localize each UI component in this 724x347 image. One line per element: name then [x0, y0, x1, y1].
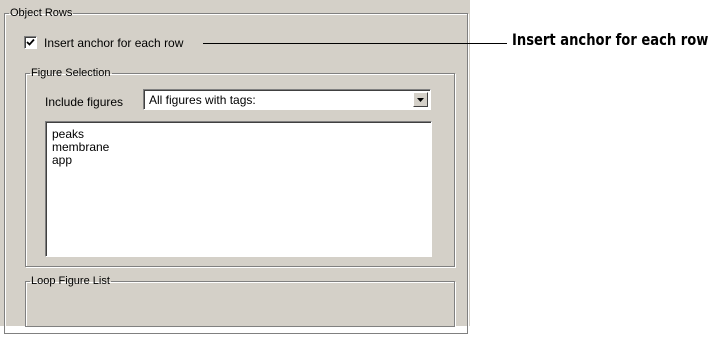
figure-tags-listbox[interactable]: peaks membrane app — [45, 121, 432, 257]
object-rows-panel: Object Rows Insert anchor for each row F… — [0, 0, 470, 334]
checkmark-icon — [26, 38, 35, 46]
insert-anchor-label: Insert anchor for each row — [44, 35, 184, 50]
object-rows-legend: Object Rows — [10, 7, 73, 19]
list-item[interactable]: app — [52, 154, 431, 167]
list-item[interactable]: membrane — [52, 141, 431, 154]
dropdown-button[interactable] — [413, 92, 428, 107]
insert-anchor-checkbox[interactable] — [24, 36, 37, 49]
chevron-down-icon — [417, 97, 424, 102]
loop-figure-list-group: Loop Figure List — [25, 275, 455, 327]
insert-anchor-option[interactable]: Insert anchor for each row — [24, 35, 184, 50]
callout-line — [203, 43, 507, 44]
include-figures-dropdown[interactable]: All figures with tags: — [143, 89, 431, 110]
include-figures-value: All figures with tags: — [149, 93, 256, 107]
include-figures-label: Include figures — [45, 95, 124, 109]
figure-selection-legend: Figure Selection — [31, 67, 111, 79]
callout-label: Insert anchor for each row — [512, 30, 709, 49]
loop-figure-list-legend: Loop Figure List — [31, 275, 110, 287]
